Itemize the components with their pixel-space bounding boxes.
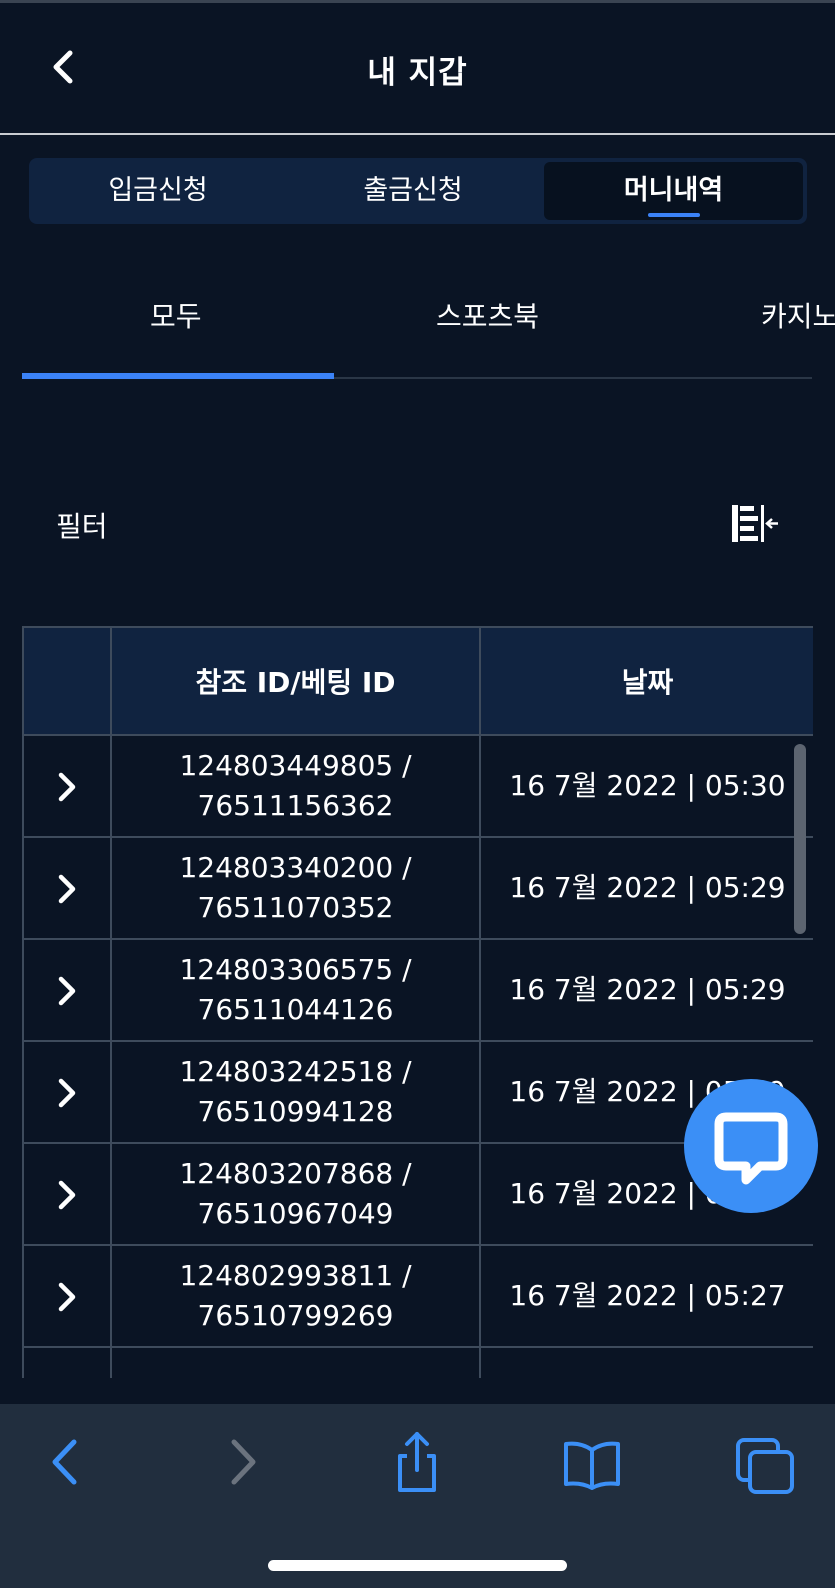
segment-active-indicator bbox=[647, 213, 700, 217]
ref-id: 124803306575 / bbox=[179, 953, 412, 986]
home-indicator bbox=[268, 1560, 567, 1571]
browser-forward-button[interactable] bbox=[208, 1426, 278, 1496]
share-icon bbox=[398, 1432, 436, 1492]
ref-id: 124803340200 / bbox=[179, 851, 412, 884]
tab-all[interactable]: 모두 bbox=[150, 292, 202, 342]
tab-active-indicator bbox=[22, 373, 334, 379]
table-row[interactable]: 124803306575 / 76511044126 16 7월 2022 | 0… bbox=[22, 938, 813, 1042]
row-expand-button[interactable] bbox=[22, 734, 112, 838]
forward-arrow-icon bbox=[231, 1439, 256, 1485]
table-header-row: 참조 ID/베팅 ID 날짜 bbox=[22, 626, 813, 736]
ref-id: 124803449805 / bbox=[179, 749, 412, 782]
ref-cell: 124803207868 / 76510967049 bbox=[110, 1142, 481, 1246]
browser-back-button[interactable] bbox=[30, 1426, 100, 1496]
table-row[interactable]: 124803340200 / 76511070352 16 7월 2022 | 0… bbox=[22, 836, 813, 940]
tab-sportsbook[interactable]: 스포츠북 bbox=[436, 292, 539, 342]
filter-collapse-icon bbox=[732, 505, 778, 542]
ref-cell: 124803242518 / 76510994128 bbox=[110, 1040, 481, 1144]
table-row-partial bbox=[22, 1346, 813, 1378]
header-expand bbox=[22, 626, 112, 736]
segment-label: 머니내역 bbox=[623, 175, 724, 206]
segment-label: 입금신청 bbox=[108, 175, 208, 206]
table-row[interactable]: 124803449805 / 76511156362 16 7월 2022 | 0… bbox=[22, 734, 813, 838]
category-tabs: 모두 스포츠북 카지노 bbox=[0, 260, 835, 380]
segment-label: 출금신청 bbox=[363, 175, 463, 206]
segment-deposit[interactable]: 입금신청 bbox=[33, 162, 283, 220]
browser-tabs-button[interactable] bbox=[734, 1426, 804, 1496]
ref-cell: 124803306575 / 76511044126 bbox=[110, 938, 481, 1042]
chevron-right-icon bbox=[58, 772, 76, 801]
tab-casino[interactable]: 카지노 bbox=[761, 292, 835, 342]
bet-id: 76510994128 bbox=[197, 1095, 394, 1128]
ref-id: 124803207868 / bbox=[179, 1157, 412, 1190]
date-cell: 16 7월 2022 | 05:27 bbox=[479, 1244, 813, 1348]
table-scrollbar[interactable] bbox=[794, 744, 806, 934]
bookmarks-icon bbox=[564, 1441, 620, 1490]
ref-cell: 124802993811 / 76510799269 bbox=[110, 1244, 481, 1348]
ref-cell: 124803340200 / 76511070352 bbox=[110, 836, 481, 940]
row-expand-button[interactable] bbox=[22, 1142, 112, 1246]
browser-share-button[interactable] bbox=[382, 1426, 452, 1496]
table-row[interactable]: 124802993811 / 76510799269 16 7월 2022 | 0… bbox=[22, 1244, 813, 1348]
row-expand-button[interactable] bbox=[22, 836, 112, 940]
header-date: 날짜 bbox=[479, 626, 813, 736]
segment-withdraw[interactable]: 출금신청 bbox=[287, 162, 539, 220]
chat-button[interactable] bbox=[684, 1079, 818, 1213]
row-expand-button[interactable] bbox=[22, 938, 112, 1042]
segment-money-history[interactable]: 머니내역 bbox=[544, 162, 803, 220]
row-expand-button[interactable] bbox=[22, 1244, 112, 1348]
ref-cell: 124803449805 / 76511156362 bbox=[110, 734, 481, 838]
header-divider bbox=[0, 133, 835, 135]
bet-id: 76510799269 bbox=[197, 1299, 394, 1332]
filter-label: 필터 bbox=[56, 510, 108, 543]
bet-id: 76510967049 bbox=[197, 1197, 394, 1230]
row-expand-button[interactable] bbox=[22, 1040, 112, 1144]
ref-id: 124803242518 / bbox=[179, 1055, 412, 1088]
date-cell: 16 7월 2022 | 05:30 bbox=[479, 734, 813, 838]
bet-id: 76511070352 bbox=[197, 891, 394, 924]
tabs-icon bbox=[736, 1438, 794, 1494]
header-ref-id: 참조 ID/베팅 ID bbox=[110, 626, 481, 736]
browser-bookmarks-button[interactable] bbox=[557, 1426, 627, 1496]
chevron-right-icon bbox=[58, 1282, 76, 1311]
bet-id: 76511044126 bbox=[197, 993, 394, 1026]
chevron-right-icon bbox=[58, 976, 76, 1005]
page-title: 내 지갑 bbox=[367, 55, 468, 91]
date-cell: 16 7월 2022 | 05:29 bbox=[479, 938, 813, 1042]
date-cell: 16 7월 2022 | 05:29 bbox=[479, 836, 813, 940]
chevron-right-icon bbox=[58, 874, 76, 903]
bet-id: 76511156362 bbox=[197, 789, 394, 822]
filter-toggle-button[interactable] bbox=[730, 503, 780, 545]
back-arrow-icon bbox=[52, 1439, 77, 1485]
ref-id: 124802993811 / bbox=[179, 1259, 412, 1292]
chevron-right-icon bbox=[58, 1078, 76, 1107]
chevron-right-icon bbox=[58, 1180, 76, 1209]
page-header: 내 지갑 bbox=[0, 3, 835, 133]
chat-bubble-icon bbox=[714, 1112, 788, 1185]
history-table: 참조 ID/베팅 ID 날짜 124803449805 / 76511156362… bbox=[22, 626, 813, 1378]
segment-control: 입금신청 출금신청 머니내역 bbox=[29, 158, 807, 224]
